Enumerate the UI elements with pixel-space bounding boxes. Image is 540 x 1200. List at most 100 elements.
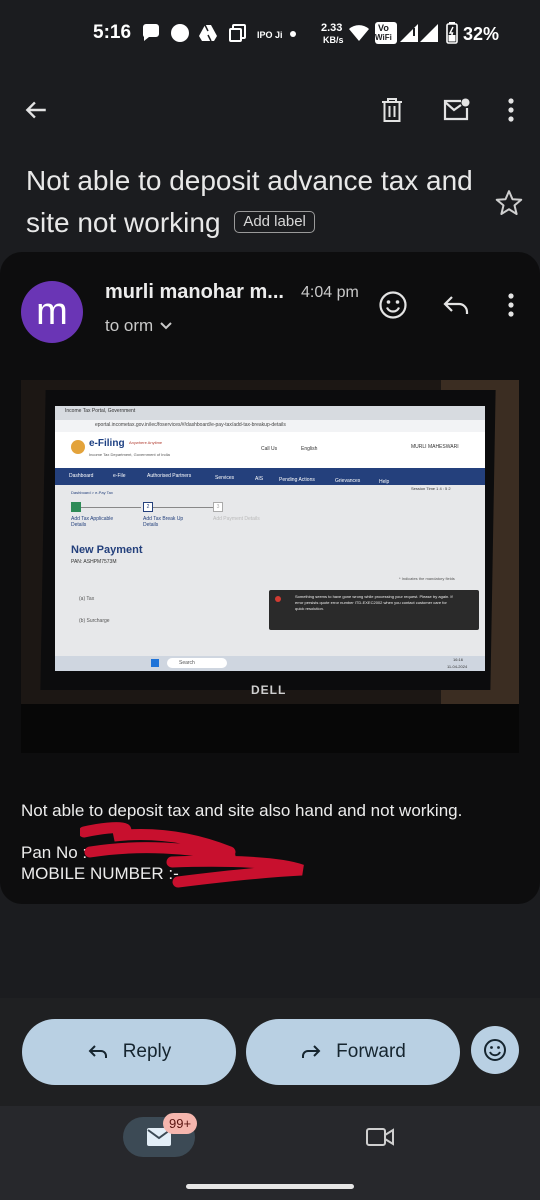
browser-tab-strip: Income Tax Portal, Government bbox=[55, 406, 485, 420]
session-label: Session Time bbox=[411, 486, 436, 491]
nav-authorised: Authorised Partners bbox=[147, 473, 192, 479]
taskbar-search-box: Search bbox=[167, 658, 227, 668]
nav-pending: Pending Actions bbox=[279, 477, 315, 483]
taskbar-search-label: Search bbox=[179, 660, 195, 666]
session-timer: Session Time 1 4 : 5 2 bbox=[411, 486, 451, 491]
react-emoji-button[interactable] bbox=[373, 285, 413, 325]
nav-services: Services bbox=[215, 475, 235, 481]
signal-icon bbox=[400, 22, 418, 44]
browser-address-bar: eportal.incometax.gov.in/iec/foservices/… bbox=[55, 420, 485, 432]
portal-user: MURLI MAHESWARI bbox=[411, 444, 459, 450]
mail-unread-icon bbox=[443, 98, 470, 121]
star-icon bbox=[495, 190, 523, 215]
nav-ais: AIS bbox=[255, 476, 264, 482]
step3-label: Add Payment Details bbox=[213, 516, 260, 522]
portal-breadcrumb: Dashboard > e-Pay Tax bbox=[71, 490, 113, 495]
stepper-line-2 bbox=[153, 507, 213, 508]
net-speed-value: 2.33 bbox=[321, 22, 343, 34]
battery-level: 32% bbox=[463, 24, 500, 44]
stepper-line bbox=[81, 507, 141, 508]
forward-label: Forward bbox=[336, 1041, 406, 1062]
smiley-icon bbox=[379, 291, 407, 319]
browser-url: eportal.incometax.gov.in/iec/foservices/… bbox=[95, 422, 286, 428]
drive-icon bbox=[198, 22, 218, 44]
system-date: 11-04-2024 bbox=[447, 664, 468, 669]
portal-page-title: New Payment bbox=[71, 544, 143, 556]
avatar[interactable]: m bbox=[21, 281, 83, 343]
add-label-button[interactable]: Add label bbox=[234, 210, 315, 233]
forward-pill-button[interactable]: Forward bbox=[246, 1019, 460, 1085]
wifi-icon bbox=[348, 22, 370, 44]
copy-icon bbox=[228, 22, 248, 44]
status-bar: 5:16 IPO Ji 2.33 KB/s Vo WiFi 32% bbox=[0, 0, 540, 70]
step2-marker: 2 bbox=[143, 502, 153, 512]
error-icon bbox=[275, 596, 281, 602]
mark-unread-button[interactable] bbox=[434, 88, 478, 132]
emoji-reaction-button[interactable] bbox=[471, 1026, 519, 1074]
message-more-button[interactable] bbox=[491, 285, 531, 325]
system-time: 16:16 bbox=[453, 657, 464, 662]
step2-label: Add Tax Break Up Details bbox=[143, 516, 184, 528]
email-subject: Not able to deposit advance tax and site… bbox=[26, 160, 486, 244]
attached-photo[interactable]: Income Tax Portal, Government eportal.in… bbox=[21, 380, 519, 753]
session-time: 1 4 : 5 2 bbox=[436, 486, 451, 491]
redaction-scribble bbox=[80, 822, 304, 888]
portal-header: e-Filing Anywhere Anytime Income Tax Dep… bbox=[55, 432, 485, 468]
windows-start-icon bbox=[151, 659, 159, 667]
portal-row-surcharge: (b) Surcharge bbox=[79, 618, 110, 624]
back-button[interactable] bbox=[14, 88, 58, 132]
nav-meet-tab[interactable] bbox=[362, 1120, 398, 1154]
more-vertical-icon bbox=[508, 98, 514, 122]
delete-button[interactable] bbox=[370, 88, 414, 132]
portal-dept: Income Tax Department, Government of Ind… bbox=[89, 452, 170, 457]
nav-dashboard: Dashboard bbox=[69, 473, 94, 479]
home-indicator[interactable] bbox=[186, 1184, 354, 1189]
signal-icon-2 bbox=[420, 22, 438, 44]
recipient-label: to orm bbox=[105, 316, 154, 335]
windows-taskbar: Search 16:16 11-04-2024 bbox=[55, 656, 485, 671]
star-button[interactable] bbox=[494, 188, 524, 218]
dot-icon bbox=[290, 30, 296, 38]
app-tag: IPO Ji bbox=[257, 30, 283, 40]
toolbar bbox=[0, 80, 540, 140]
reply-icon bbox=[443, 296, 469, 314]
video-camera-icon bbox=[366, 1128, 394, 1146]
chevron-down-icon bbox=[160, 322, 172, 330]
sender-name[interactable]: murli manohar m... bbox=[105, 281, 284, 304]
vowifi-top: Vo bbox=[378, 23, 389, 33]
call-us: Call Us bbox=[261, 446, 278, 452]
reply-icon bbox=[88, 1045, 107, 1058]
sent-time: 4:04 pm bbox=[301, 284, 359, 301]
circle-icon bbox=[170, 22, 190, 44]
portal-row-tax: (a) Tax bbox=[79, 596, 95, 602]
portal-mandatory: * Indicates the mandatory fields bbox=[399, 576, 455, 581]
step1-check-icon bbox=[71, 502, 81, 512]
portal-nav: Dashboard e-File Authorised Partners Ser… bbox=[55, 468, 485, 485]
net-speed-unit: KB/s bbox=[323, 35, 344, 45]
pan-line: Pan No : bbox=[21, 843, 88, 862]
battery-icon bbox=[446, 22, 458, 44]
arrow-left-icon bbox=[25, 101, 46, 119]
chat-bubble-icon bbox=[141, 22, 161, 44]
language-select: English bbox=[301, 446, 318, 452]
unread-badge: 99+ bbox=[163, 1113, 198, 1134]
message-body: Not able to deposit tax and site also ha… bbox=[21, 801, 463, 820]
more-options-button[interactable] bbox=[489, 88, 533, 132]
portal-brand: e-Filing bbox=[89, 438, 125, 449]
nav-help: Help bbox=[379, 479, 390, 485]
recipients-toggle[interactable]: to orm bbox=[105, 316, 173, 336]
reply-label: Reply bbox=[122, 1041, 172, 1062]
clock: 5:16 bbox=[93, 22, 132, 43]
vowifi-badge: Vo WiFi bbox=[375, 22, 397, 44]
step1-label: Add Tax Applicable Details bbox=[71, 516, 114, 528]
emblem-icon bbox=[71, 440, 85, 454]
smiley-icon bbox=[484, 1039, 506, 1061]
browser-tab-title: Income Tax Portal, Government bbox=[65, 408, 136, 414]
more-vertical-icon bbox=[508, 293, 514, 317]
nav-grievances: Grievances bbox=[335, 478, 361, 484]
reply-button[interactable] bbox=[436, 285, 476, 325]
portal-pan: PAN: ASHPM7573M bbox=[71, 559, 117, 565]
error-toast: Something seems to have gone wrong while… bbox=[269, 590, 479, 630]
reply-pill-button[interactable]: Reply bbox=[22, 1019, 236, 1085]
step3-marker: 3 bbox=[213, 502, 223, 512]
